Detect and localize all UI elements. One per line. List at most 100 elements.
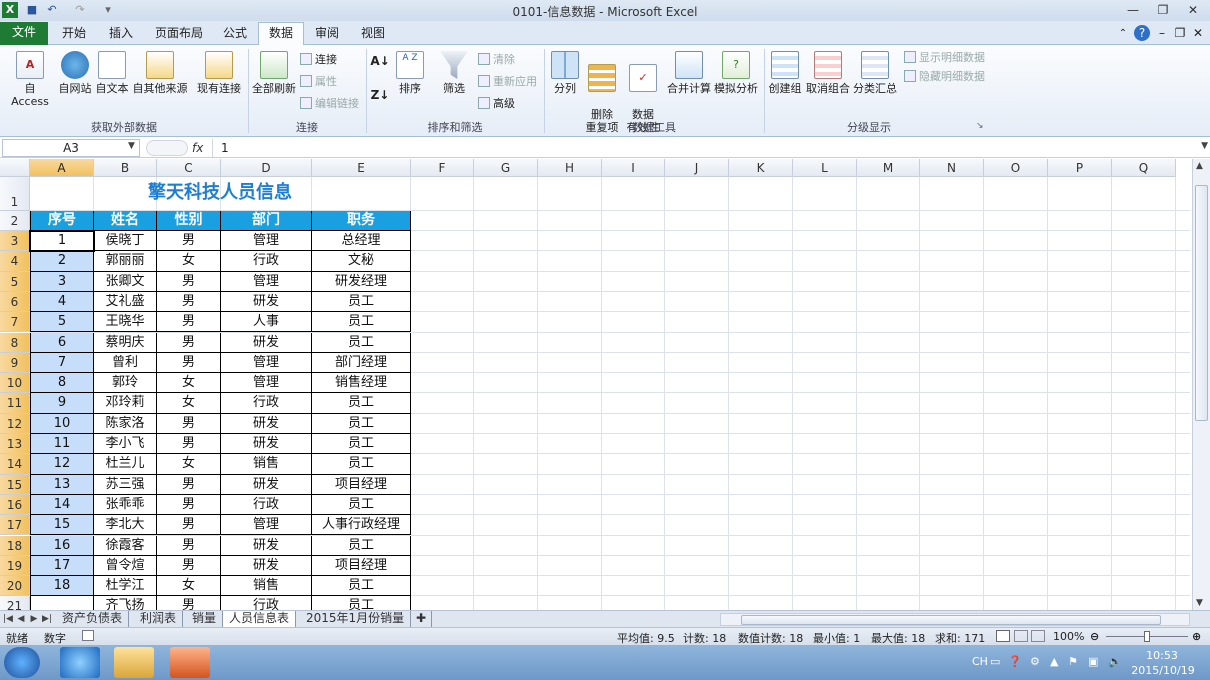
table-cell[interactable]: 男	[157, 332, 221, 353]
action-center-icon[interactable]: ⚑	[1068, 655, 1078, 668]
tab-page-layout[interactable]: 页面布局	[146, 23, 212, 45]
table-cell[interactable]: 研发	[221, 474, 312, 495]
table-cell[interactable]: 女	[157, 251, 221, 272]
column-header-q[interactable]: Q	[1112, 159, 1176, 177]
table-cell[interactable]: 员工	[312, 535, 411, 556]
consolidate-button[interactable]: 合并计算	[666, 51, 712, 95]
table-cell[interactable]: 管理	[221, 373, 312, 394]
table-cell[interactable]: 1	[30, 231, 94, 252]
column-header-a[interactable]: A	[30, 159, 94, 177]
hide-detail-button[interactable]: 隐藏明细数据	[904, 70, 985, 84]
input-language[interactable]: CH	[972, 655, 988, 668]
network-icon[interactable]: ▣	[1088, 655, 1098, 668]
column-header-f[interactable]: F	[411, 159, 474, 177]
column-header-c[interactable]: C	[157, 159, 221, 177]
filter-button[interactable]: 筛选	[436, 51, 472, 95]
table-header-cell[interactable]: 部门	[221, 211, 312, 231]
table-cell[interactable]: 4	[30, 291, 94, 313]
table-cell[interactable]: 管理	[221, 271, 312, 292]
table-cell[interactable]: 男	[157, 312, 221, 333]
minimize-button[interactable]: —	[1121, 1, 1145, 19]
table-cell[interactable]: 16	[30, 535, 94, 556]
show-detail-button[interactable]: 显示明细数据	[904, 51, 985, 65]
table-cell[interactable]: 17	[30, 555, 94, 577]
table-cell[interactable]: 文秘	[312, 251, 411, 272]
table-cell[interactable]: 男	[157, 434, 221, 455]
table-cell[interactable]: 男	[157, 555, 221, 577]
doc-minimize-button[interactable]: –	[1155, 23, 1169, 45]
table-cell[interactable]: 研发经理	[312, 271, 411, 292]
sort-descending-button[interactable]: Z↓	[370, 89, 390, 102]
column-header-b[interactable]: B	[94, 159, 157, 177]
table-header-cell[interactable]: 姓名	[94, 211, 157, 231]
table-cell[interactable]: 18	[30, 576, 94, 597]
what-if-analysis-button[interactable]: ? 模拟分析	[712, 51, 760, 95]
table-cell[interactable]: 行政	[221, 393, 312, 414]
table-cell[interactable]: 女	[157, 393, 221, 414]
help-icon[interactable]: ?	[1134, 25, 1150, 41]
sort-button[interactable]: A Z 排序	[394, 51, 426, 95]
table-cell[interactable]: 邓玲莉	[94, 393, 157, 414]
table-cell[interactable]: 侯晓丁	[94, 231, 157, 252]
table-cell[interactable]: 员工	[312, 596, 411, 610]
connections-button[interactable]: 连接	[300, 53, 337, 67]
normal-view-icon[interactable]	[996, 630, 1010, 642]
table-cell[interactable]: 10	[30, 413, 94, 434]
table-cell[interactable]: 蔡明庆	[94, 332, 157, 353]
clock-date[interactable]: 2015/10/19	[1130, 664, 1196, 677]
table-cell[interactable]: 曾利	[94, 352, 157, 374]
file-explorer-icon[interactable]	[114, 647, 154, 678]
existing-connections-button[interactable]: 现有连接	[194, 51, 244, 95]
table-cell[interactable]: 销售经理	[312, 373, 411, 394]
insert-function-icon[interactable]: fx	[192, 139, 208, 157]
table-cell[interactable]: 男	[157, 596, 221, 610]
column-header-e[interactable]: E	[312, 159, 411, 177]
row-header-17[interactable]: 17	[0, 515, 30, 536]
table-cell[interactable]: 管理	[221, 231, 312, 252]
table-cell[interactable]: 部门经理	[312, 352, 411, 374]
macro-record-icon[interactable]	[82, 630, 94, 641]
clock-time[interactable]: 10:53	[1134, 649, 1190, 662]
table-cell[interactable]: 员工	[312, 494, 411, 516]
formula-bar-splitter[interactable]	[146, 140, 188, 156]
column-header-m[interactable]: M	[857, 159, 920, 177]
sheet-tab-jan-sales[interactable]: 2015年1月份销量	[300, 611, 412, 627]
collapse-ribbon-icon[interactable]: ⌃	[1116, 23, 1130, 45]
table-cell[interactable]: 3	[30, 271, 94, 292]
tab-insert[interactable]: 插入	[100, 23, 142, 45]
doc-close-button[interactable]: ✕	[1191, 23, 1205, 45]
table-cell[interactable]: 王晓华	[94, 312, 157, 333]
table-cell[interactable]: 曾令煊	[94, 555, 157, 577]
table-cell[interactable]: 员工	[312, 312, 411, 333]
restore-button[interactable]: ❐	[1151, 1, 1175, 19]
sheet-tab-sales[interactable]: 销量	[186, 611, 224, 627]
tab-formulas[interactable]: 公式	[214, 23, 256, 45]
table-cell[interactable]: 行政	[221, 596, 312, 610]
sheet-title-cell[interactable]: 擎天科技人员信息	[30, 177, 410, 211]
table-cell[interactable]: 行政	[221, 494, 312, 516]
row-header-21[interactable]: 21	[0, 596, 30, 610]
from-access-button[interactable]: A 自 Access	[4, 51, 56, 108]
row-header-16[interactable]: 16	[0, 494, 30, 516]
table-cell[interactable]: 6	[30, 332, 94, 353]
row-header-9[interactable]: 9	[0, 352, 30, 374]
column-header-n[interactable]: N	[920, 159, 984, 177]
table-cell[interactable]: 研发	[221, 291, 312, 313]
internet-explorer-icon[interactable]	[60, 647, 100, 678]
prev-sheet-icon[interactable]: ◀	[16, 612, 26, 626]
table-cell[interactable]: 12	[30, 454, 94, 475]
row-header-15[interactable]: 15	[0, 474, 30, 495]
ungroup-button[interactable]: 取消组合	[806, 51, 850, 95]
table-cell[interactable]: 管理	[221, 352, 312, 374]
horizontal-scrollbar[interactable]	[720, 613, 1190, 626]
row-header-10[interactable]: 10	[0, 373, 30, 394]
table-cell[interactable]: 员工	[312, 413, 411, 434]
table-cell[interactable]: 研发	[221, 434, 312, 455]
row-header-13[interactable]: 13	[0, 434, 30, 455]
from-other-sources-button[interactable]: 自其他来源	[130, 51, 190, 95]
table-cell[interactable]: 管理	[221, 515, 312, 536]
row-header-1[interactable]: 1	[0, 177, 30, 211]
close-button[interactable]: ✕	[1181, 1, 1205, 19]
zoom-level[interactable]: 100%	[1053, 630, 1084, 643]
table-cell[interactable]: 男	[157, 474, 221, 495]
